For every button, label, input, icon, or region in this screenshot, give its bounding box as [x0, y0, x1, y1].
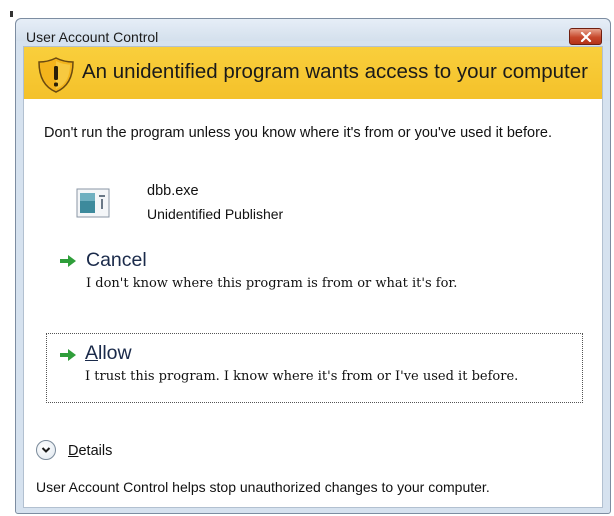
warning-banner: An unidentified program wants access to … [24, 47, 602, 99]
close-icon [580, 31, 591, 42]
green-arrow-icon [60, 255, 76, 267]
corner-mark [10, 11, 13, 17]
program-file-icon [76, 188, 110, 218]
cancel-option[interactable]: Cancel I don't know where this program i… [46, 247, 576, 301]
details-label: Details [68, 441, 112, 461]
uac-dialog: User Account Control An unidentified pro… [15, 18, 611, 514]
chevron-down-icon [41, 447, 51, 453]
allow-accelerator: A [85, 342, 99, 364]
close-button[interactable] [569, 28, 602, 45]
warning-message: Don't run the program unless you know wh… [44, 125, 552, 141]
green-arrow-icon [60, 349, 76, 361]
allow-option[interactable]: Allow I trust this program. I know where… [46, 333, 583, 403]
details-expand-button[interactable] [36, 440, 56, 460]
shield-warning-icon [38, 57, 74, 93]
cancel-title: Cancel [86, 249, 147, 271]
screen: User Account Control An unidentified pro… [0, 0, 614, 516]
allow-title-rest: llow [98, 342, 132, 364]
allow-title: Allow [85, 340, 132, 366]
title-bar: User Account Control [16, 19, 610, 45]
details-accelerator: D [68, 443, 79, 459]
footer-message: User Account Control helps stop unauthor… [36, 479, 490, 495]
banner-heading: An unidentified program wants access to … [82, 60, 588, 83]
dialog-content: An unidentified program wants access to … [23, 46, 603, 508]
cancel-description: I don't know where this program is from … [86, 276, 458, 291]
program-name: dbb.exe [147, 183, 199, 199]
details-label-rest: etails [78, 443, 113, 459]
program-publisher: Unidentified Publisher [147, 206, 284, 222]
window-title: User Account Control [26, 29, 159, 45]
allow-description: I trust this program. I know where it's … [85, 369, 519, 384]
